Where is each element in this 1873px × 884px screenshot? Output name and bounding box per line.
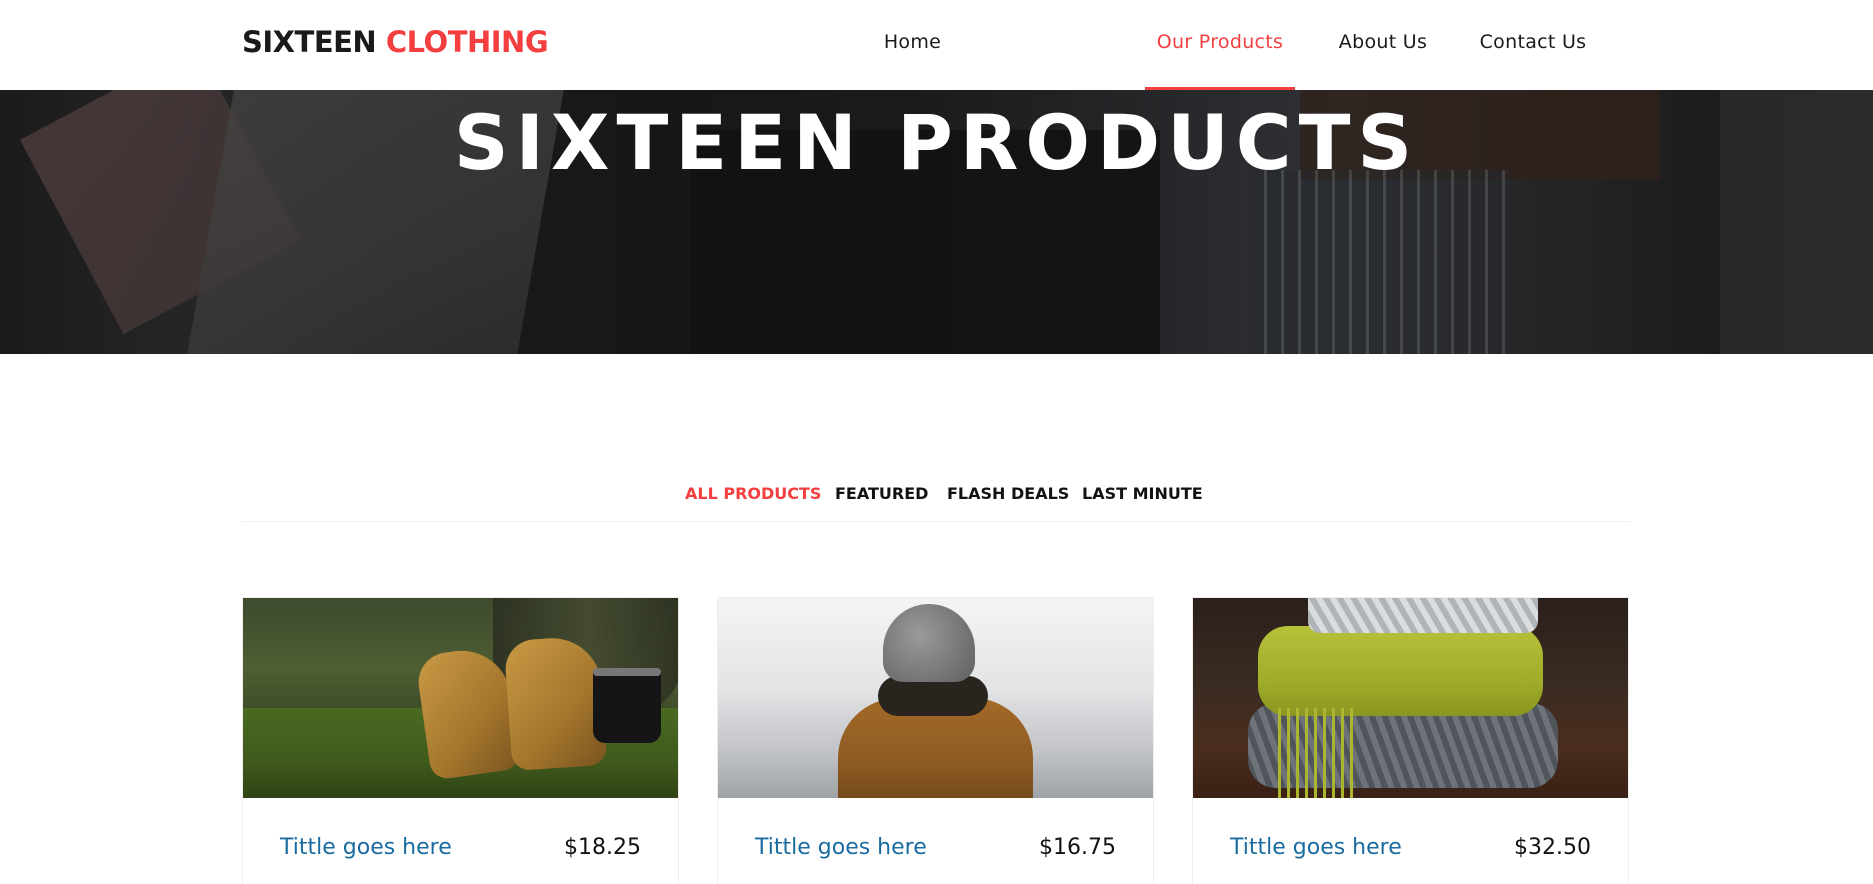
nav-item-contact-us[interactable]: Contact Us — [1473, 0, 1593, 90]
filter-last-minute[interactable]: LAST MINUTE — [1082, 484, 1203, 503]
nav-item-about-us[interactable]: About Us — [1333, 0, 1433, 90]
product-title-link[interactable]: Tittle goes here — [280, 835, 452, 860]
product-image-scarves[interactable] — [1193, 598, 1628, 798]
brand-logo[interactable]: SIXTEEN CLOTHING — [242, 25, 549, 59]
product-card: Tittle goes here $32.50 — [1192, 597, 1629, 884]
product-title-link[interactable]: Tittle goes here — [755, 835, 927, 860]
product-filter-tabs: ALL PRODUCTS FEATURED FLASH DEALS LAST M… — [242, 484, 1630, 522]
product-title-link[interactable]: Tittle goes here — [1230, 835, 1402, 860]
hero-banner: SIXTEEN PRODUCTS — [0, 90, 1873, 354]
product-price: $32.50 — [1514, 835, 1591, 860]
product-image-boots[interactable] — [243, 598, 678, 798]
product-price: $18.25 — [564, 835, 641, 860]
brand-part-1: SIXTEEN — [242, 25, 377, 59]
filter-featured[interactable]: FEATURED — [835, 484, 928, 503]
nav-item-our-products[interactable]: Our Products — [1145, 0, 1295, 90]
brand-part-2: CLOTHING — [385, 25, 549, 59]
product-card: Tittle goes here $16.75 — [717, 597, 1154, 884]
product-image-beanie[interactable] — [718, 598, 1153, 798]
product-card: Tittle goes here $18.25 — [242, 597, 679, 884]
nav-item-home[interactable]: Home — [870, 0, 955, 90]
filter-all-products[interactable]: ALL PRODUCTS — [685, 484, 821, 503]
site-header: SIXTEEN CLOTHING Home Our Products About… — [0, 0, 1873, 90]
filter-flash-deals[interactable]: FLASH DEALS — [947, 484, 1069, 503]
page-title: SIXTEEN PRODUCTS — [453, 98, 1420, 187]
product-price: $16.75 — [1039, 835, 1116, 860]
